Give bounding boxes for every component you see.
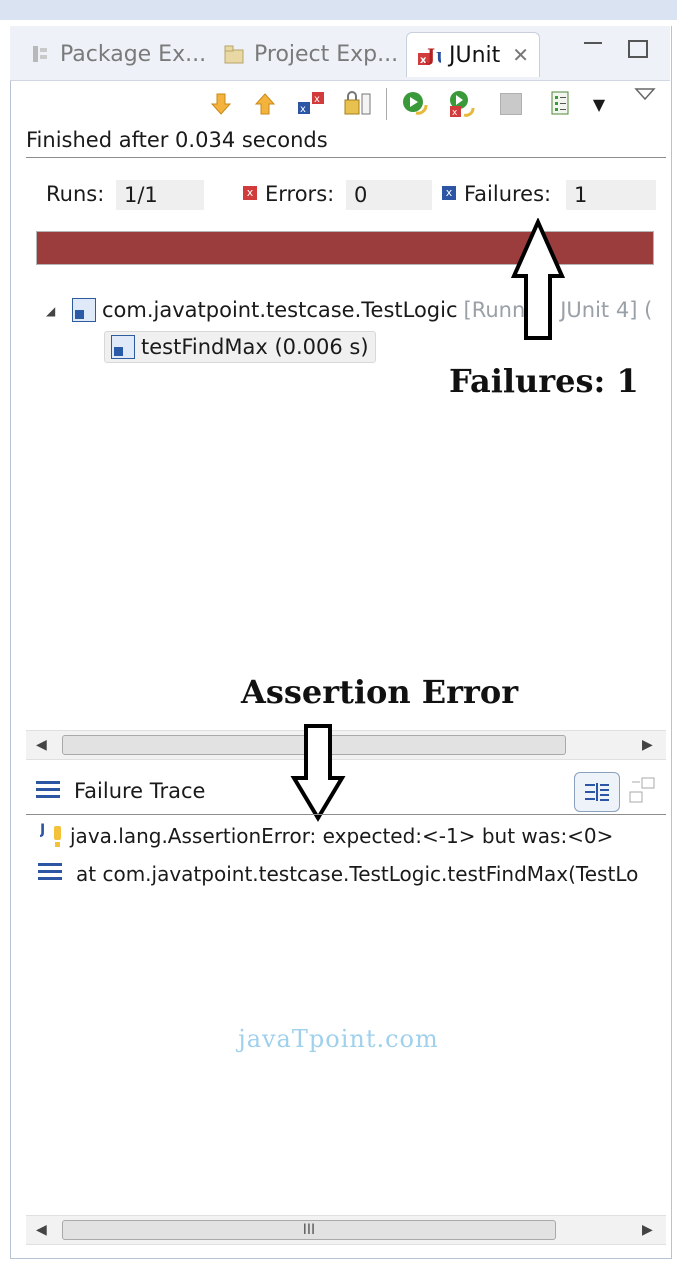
failure-trace-icon (36, 779, 62, 805)
assertion-annotation: Assertion Error (241, 673, 519, 711)
scroll-right-icon[interactable]: ▶ (642, 737, 653, 753)
history-dropdown-icon[interactable]: ▼ (584, 88, 614, 120)
tab-label: JUnit (449, 42, 501, 68)
toolbar-separator (386, 88, 387, 120)
tab-label: Project Exp... (254, 41, 399, 67)
failure-icon: x (442, 186, 456, 200)
errors-value: 0 (346, 180, 432, 210)
junit-icon: xJU (417, 43, 441, 67)
svg-text:x: x (300, 104, 306, 115)
tree-expand-arrow[interactable]: ◢ (46, 304, 55, 318)
errors-label: Errors: (265, 182, 335, 206)
rerun-failed-first-icon[interactable]: x (446, 88, 476, 120)
tab-project-explorer[interactable]: Project Exp... (222, 32, 398, 76)
next-failure-icon[interactable] (206, 88, 236, 120)
package-explorer-icon (28, 42, 52, 66)
thumb-grip: III (302, 1222, 316, 1238)
scroll-left-icon[interactable]: ◀ (36, 737, 47, 753)
test-run-history-icon[interactable] (546, 88, 576, 120)
assertion-error-icon: J (39, 820, 68, 854)
svg-text:U: U (436, 49, 441, 67)
error-icon: x (243, 186, 257, 200)
tab-package-explorer[interactable]: Package Ex... (28, 32, 206, 76)
trace-line-error[interactable]: java.lang.AssertionError: expected:<-1> … (70, 824, 613, 848)
assertion-arrow-icon (290, 724, 346, 822)
tree-item-test[interactable]: testFindMax (0.006 s) (104, 331, 376, 363)
svg-text:x: x (452, 108, 458, 118)
stop-icon[interactable] (496, 88, 526, 120)
trace-divider (26, 814, 666, 815)
svg-text:x: x (420, 55, 427, 66)
test-name: testFindMax (0.006 s) (141, 335, 369, 359)
trace-line-frame[interactable]: at com.javatpoint.testcase.TestLogic.tes… (76, 862, 666, 886)
minimize-icon[interactable] (584, 42, 602, 44)
status-divider (26, 157, 666, 158)
failures-label: Failures: (464, 182, 552, 206)
scroll-right-icon[interactable]: ▶ (642, 1222, 653, 1238)
window-top-band (0, 0, 677, 20)
scroll-lock-icon[interactable] (342, 88, 372, 120)
runs-value: 1/1 (116, 180, 204, 210)
scroll-left-icon[interactable]: ◀ (36, 1222, 47, 1238)
runs-label: Runs: (46, 182, 105, 206)
suite-name: com.javatpoint.testcase.TestLogic (102, 298, 458, 322)
rerun-test-icon[interactable] (400, 88, 430, 120)
compare-result-icon[interactable] (628, 776, 658, 810)
test-class-icon (72, 298, 96, 322)
failures-value: 1 (566, 180, 656, 210)
close-tab-icon[interactable]: ✕ (512, 43, 529, 67)
svg-text:J: J (425, 46, 435, 66)
svg-text:J: J (40, 822, 45, 838)
failures-arrow-icon (510, 218, 566, 340)
junit-view-frame (10, 26, 672, 1259)
filter-stack-trace-button[interactable] (574, 772, 620, 812)
test-method-icon (111, 335, 135, 359)
failure-trace-title: Failure Trace (74, 779, 206, 803)
failures-annotation: Failures: 1 (449, 362, 639, 400)
maximize-icon[interactable] (628, 40, 648, 58)
project-explorer-icon (222, 42, 246, 66)
scroll-thumb[interactable]: III (62, 1220, 556, 1240)
svg-text:x: x (314, 94, 320, 105)
watermark-text: javaTpoint.com (238, 1025, 439, 1053)
tab-junit[interactable]: xJU JUnit ✕ (406, 32, 541, 77)
tree-item-suite[interactable]: com.javatpoint.testcase.TestLogic [Runne… (72, 298, 667, 322)
stack-frame-icon (38, 861, 64, 887)
trace-horizontal-scrollbar[interactable]: ◀ III ▶ (26, 1215, 666, 1245)
finished-status: Finished after 0.034 seconds (26, 128, 328, 152)
tab-label: Package Ex... (60, 41, 207, 67)
previous-failure-icon[interactable] (250, 88, 280, 120)
view-menu-icon[interactable] (634, 86, 656, 106)
show-failures-only-icon[interactable]: xx (296, 88, 326, 120)
